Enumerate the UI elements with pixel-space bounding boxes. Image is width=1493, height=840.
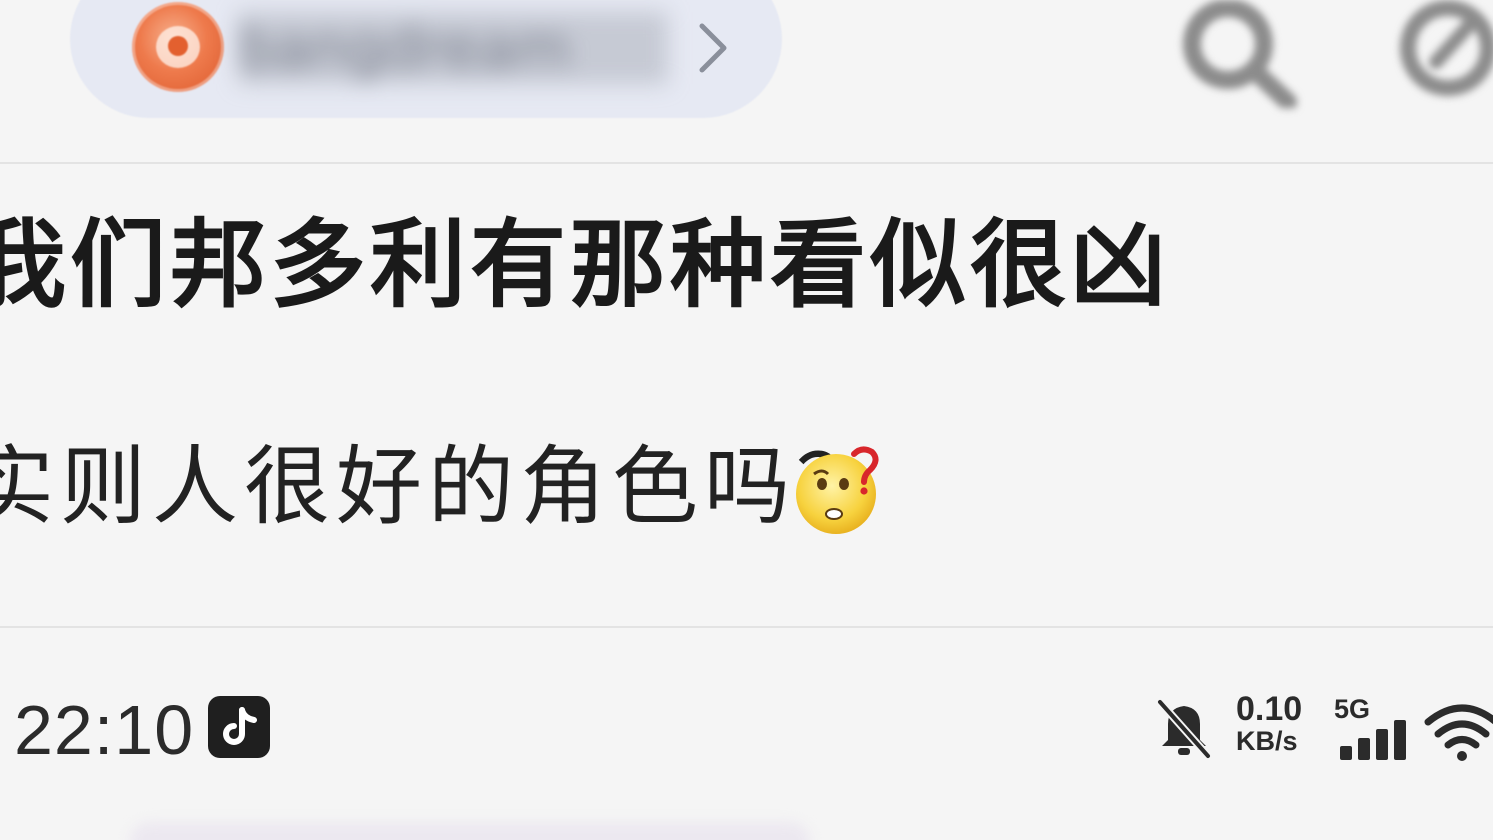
bottom-edge-element [130, 822, 810, 840]
post-text-line-2: 实则人很好的角色吗？ [0, 437, 888, 537]
wifi-icon [1424, 704, 1493, 761]
thinking-question-emoji-icon [796, 446, 879, 534]
status-time: 22:10 [14, 691, 195, 769]
search-icon[interactable] [1172, 0, 1300, 108]
edit-icon[interactable] [1392, 0, 1493, 104]
app-screen: bangdream 我们邦多利有那种看似很凶 实则人很好的角色吗？ 22:10 … [0, 0, 1493, 840]
content-divider [0, 626, 1493, 628]
signal-icon [1340, 720, 1406, 760]
chevron-right-icon[interactable] [692, 18, 732, 78]
network-speed: 0.10 KB/s [1236, 692, 1316, 756]
status-bar: 22:10 0.10 KB/s 5G [0, 660, 1493, 790]
post-header: bangdream [0, 0, 1493, 162]
network-speed-unit: KB/s [1236, 726, 1298, 756]
network-speed-value: 0.10 [1236, 690, 1303, 728]
header-divider [0, 162, 1493, 164]
bell-off-icon [1157, 699, 1211, 759]
tiktok-icon [208, 696, 270, 758]
post-text-line-1: 我们邦多利有那种看似很凶 [0, 209, 1170, 321]
username-label[interactable]: bangdream [238, 12, 668, 84]
avatar[interactable] [132, 2, 224, 92]
